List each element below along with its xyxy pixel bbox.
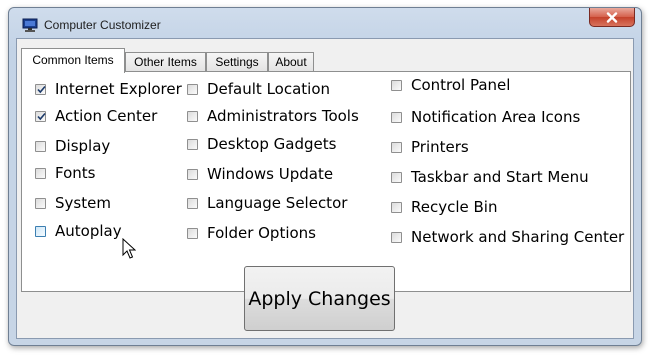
tab-settings[interactable]: Settings <box>206 52 268 72</box>
checkbox-box[interactable] <box>391 111 402 123</box>
checkbox-label: System <box>55 194 111 212</box>
tab-other-items[interactable]: Other Items <box>125 52 206 72</box>
window-title: Computer Customizer <box>44 18 161 32</box>
checkbox-desktop-gadgets[interactable]: Desktop Gadgets <box>187 135 336 153</box>
checkbox-label: Notification Area Icons <box>411 108 581 126</box>
checkbox-label: Internet Explorer <box>55 80 182 98</box>
checkbox-label: Desktop Gadgets <box>207 135 337 153</box>
checkbox-box[interactable] <box>35 197 46 209</box>
checkbox-label: Default Location <box>207 80 331 98</box>
tab-common-items[interactable]: Common Items <box>21 48 125 73</box>
checkbox-display[interactable]: Display <box>35 137 110 155</box>
checkbox-network-and-sharing-center[interactable]: Network and Sharing Center <box>391 228 624 246</box>
checkbox-internet-explorer[interactable]: Internet Explorer <box>35 80 182 98</box>
title-bar[interactable]: Computer Customizer <box>9 8 641 38</box>
common-items-panel: Internet Explorer Action Center Display … <box>21 71 631 292</box>
checkbox-label: Display <box>55 137 111 155</box>
checkbox-default-location[interactable]: Default Location <box>187 80 330 98</box>
checkbox-folder-options[interactable]: Folder Options <box>187 224 316 242</box>
checkbox-box[interactable] <box>35 225 46 237</box>
checkmark-icon <box>37 112 46 120</box>
checkbox-control-panel[interactable]: Control Panel <box>391 76 510 94</box>
checkbox-autoplay[interactable]: Autoplay <box>35 222 122 240</box>
checkbox-box[interactable] <box>187 138 198 150</box>
checkbox-box[interactable] <box>391 201 402 213</box>
close-icon <box>606 11 618 23</box>
checkbox-label: Administrators Tools <box>207 107 359 125</box>
checkbox-label: Folder Options <box>207 224 316 242</box>
checkbox-taskbar-and-start-menu[interactable]: Taskbar and Start Menu <box>391 168 589 186</box>
checkbox-box[interactable] <box>391 79 402 91</box>
checkbox-label: Language Selector <box>207 194 348 212</box>
checkbox-box[interactable] <box>35 83 46 95</box>
checkbox-label: Fonts <box>55 164 96 182</box>
close-button[interactable] <box>589 8 635 27</box>
mouse-pointer-icon <box>122 238 136 259</box>
checkbox-box[interactable] <box>35 140 46 152</box>
checkbox-language-selector[interactable]: Language Selector <box>187 194 347 212</box>
checkbox-box[interactable] <box>391 231 402 243</box>
checkbox-box[interactable] <box>35 167 46 179</box>
checkbox-box[interactable] <box>187 168 198 180</box>
tab-about[interactable]: About <box>268 52 314 72</box>
checkbox-fonts[interactable]: Fonts <box>35 164 95 182</box>
checkbox-label: Recycle Bin <box>411 198 498 216</box>
checkbox-label: Windows Update <box>207 165 334 183</box>
checkbox-system[interactable]: System <box>35 194 111 212</box>
checkbox-box[interactable] <box>391 141 402 153</box>
checkbox-box[interactable] <box>391 171 402 183</box>
checkbox-action-center[interactable]: Action Center <box>35 107 157 125</box>
computer-icon <box>22 18 38 32</box>
client-area: Common Items Other Items Settings About … <box>16 38 634 339</box>
checkmark-icon <box>37 85 46 93</box>
checkbox-windows-update[interactable]: Windows Update <box>187 165 333 183</box>
apply-changes-button[interactable]: Apply Changes <box>244 266 395 331</box>
checkbox-label: Taskbar and Start Menu <box>411 168 589 186</box>
checkbox-printers[interactable]: Printers <box>391 138 469 156</box>
checkbox-recycle-bin[interactable]: Recycle Bin <box>391 198 497 216</box>
checkbox-box[interactable] <box>187 83 198 95</box>
checkbox-label: Autoplay <box>55 222 122 240</box>
checkbox-box[interactable] <box>187 110 198 122</box>
checkbox-box[interactable] <box>35 110 46 122</box>
checkbox-box[interactable] <box>187 227 198 239</box>
checkbox-notification-area-icons[interactable]: Notification Area Icons <box>391 108 580 126</box>
app-window: Computer Customizer Common Items Other I… <box>8 7 642 346</box>
checkbox-label: Control Panel <box>411 76 511 94</box>
checkbox-label: Action Center <box>55 107 158 125</box>
checkbox-label: Network and Sharing Center <box>411 228 625 246</box>
checkbox-administrators-tools[interactable]: Administrators Tools <box>187 107 359 125</box>
checkbox-box[interactable] <box>187 197 198 209</box>
checkbox-label: Printers <box>411 138 469 156</box>
